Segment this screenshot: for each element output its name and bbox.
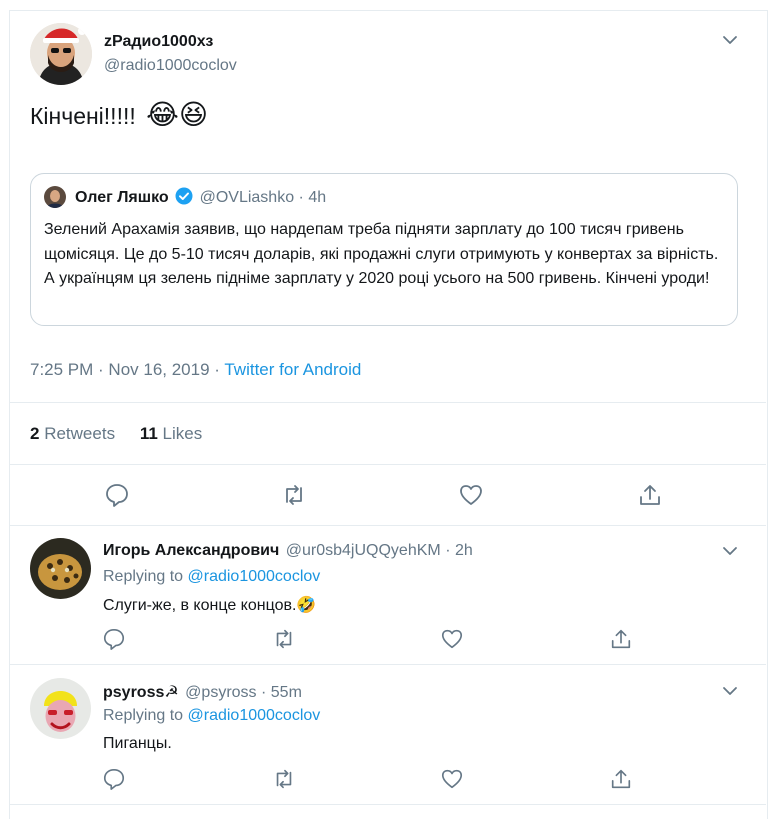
retweet-icon[interactable] xyxy=(272,767,296,791)
main-tweet-text-row: Кінчені!!!!! 😂😆 xyxy=(30,99,208,132)
likes-label: Likes xyxy=(162,424,203,443)
reply-author-name[interactable]: Игорь Александрович xyxy=(103,542,279,559)
reply-author-avatar[interactable] xyxy=(30,678,91,739)
like-icon[interactable] xyxy=(440,767,464,791)
verified-icon xyxy=(175,187,193,205)
reply-time[interactable]: · 55m xyxy=(261,684,302,701)
reply-author-name[interactable]: psyross☭ xyxy=(103,684,179,701)
divider xyxy=(10,402,766,403)
share-icon[interactable] xyxy=(609,767,633,791)
share-icon[interactable] xyxy=(609,627,633,651)
quoted-author-name: Олег Ляшко xyxy=(75,189,169,206)
reply-icon[interactable] xyxy=(104,482,130,508)
divider xyxy=(10,525,766,526)
likes-count: 11 xyxy=(139,424,158,443)
replying-to-label: Replying to xyxy=(103,707,188,724)
chevron-down-icon[interactable] xyxy=(720,30,740,50)
reply-time[interactable]: · 2h xyxy=(445,542,473,559)
divider xyxy=(10,464,766,465)
replying-to-link[interactable]: @radio1000coclov xyxy=(188,568,321,585)
retweets-stat[interactable]: 2 Retweets xyxy=(30,424,120,443)
quoted-tweet-text: Зелений Арахамія заявив, що нардепам тре… xyxy=(44,221,719,287)
chevron-down-icon[interactable] xyxy=(720,681,740,701)
main-tweet-text: Кінчені!!!!! xyxy=(30,103,136,129)
reply-header: psyross☭ @psyross · 55m xyxy=(103,682,302,702)
like-icon[interactable] xyxy=(440,627,464,651)
chevron-down-icon[interactable] xyxy=(720,541,740,561)
quoted-tweet-card[interactable]: Олег Ляшко @OVLiashko · 4h Зелений Араха… xyxy=(30,173,738,326)
reply-context: Replying to @radio1000coclov xyxy=(103,568,320,586)
divider xyxy=(10,804,766,805)
main-tweet-meta: 7:25 PM · Nov 16, 2019 · Twitter for And… xyxy=(30,360,361,380)
main-author-avatar[interactable] xyxy=(30,23,92,85)
quoted-author-line: Олег Ляшко @OVLiashko · 4h xyxy=(75,187,326,207)
reply-author-handle[interactable]: @psyross xyxy=(185,684,256,701)
like-icon[interactable] xyxy=(458,482,484,508)
reply-icon[interactable] xyxy=(102,627,126,651)
tweet-source-link[interactable]: Twitter for Android xyxy=(224,360,361,379)
main-tweet-emojis: 😂😆 xyxy=(146,99,209,130)
replying-to-label: Replying to xyxy=(103,568,188,585)
quoted-author-handle: @OVLiashko xyxy=(199,189,295,206)
quoted-author-avatar xyxy=(44,186,66,208)
reply-header: Игорь Александрович @ur0sb4jUQQyehKM · 2… xyxy=(103,542,473,560)
reply-author-handle[interactable]: @ur0sb4jUQQyehKM xyxy=(286,542,441,559)
main-author-name[interactable]: zРадио1000хз xyxy=(104,33,213,51)
retweets-label: Retweets xyxy=(44,424,116,443)
reply-text: Пиганцы. xyxy=(103,735,172,752)
share-icon[interactable] xyxy=(637,482,663,508)
main-tweet-timestamp[interactable]: 7:25 PM · Nov 16, 2019 · xyxy=(30,360,224,379)
retweets-count: 2 xyxy=(30,424,40,443)
divider xyxy=(10,664,766,665)
main-author-handle[interactable]: @radio1000coclov xyxy=(104,57,237,75)
reply-text: Слуги-же, в конце концов.🤣 xyxy=(103,597,317,614)
reply-author-avatar[interactable] xyxy=(30,538,91,599)
tweet-stats: 2 Retweets 11 Likes xyxy=(30,424,202,444)
reply-icon[interactable] xyxy=(102,767,126,791)
reply-context: Replying to @radio1000coclov xyxy=(103,707,320,725)
retweet-icon[interactable] xyxy=(272,627,296,651)
quoted-tweet-time: · 4h xyxy=(298,189,327,206)
retweet-icon[interactable] xyxy=(281,482,307,508)
replying-to-link[interactable]: @radio1000coclov xyxy=(188,707,321,724)
likes-stat[interactable]: 11 Likes xyxy=(140,424,202,443)
